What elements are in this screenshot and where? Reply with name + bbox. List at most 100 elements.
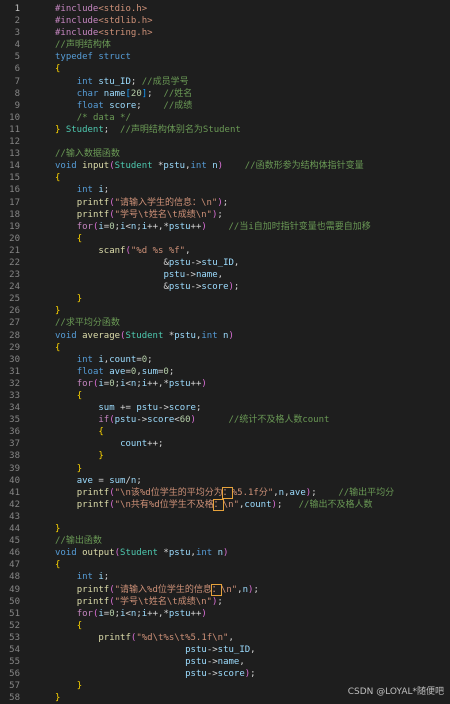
code-line[interactable]: 21 scanf("%d %s %f", (0, 245, 450, 257)
code-line[interactable]: 47 { (0, 559, 450, 571)
code-line[interactable]: 30 int i,count=0; (0, 354, 450, 366)
code-line[interactable]: 3 #include<string.h> (0, 27, 450, 39)
line-code: sum += pstu->score; (98, 403, 202, 414)
line-number: 18 (9, 209, 20, 220)
line-number: 53 (9, 632, 20, 643)
code-editor[interactable]: 1 #include<stdio.h> 2 #include<stdlib.h> 3 #i… (0, 3, 450, 704)
code-line[interactable]: 38 } (0, 450, 450, 462)
line-code: printf("\n共有%d位学生不及格：\n",count); //输出不及格… (76, 498, 373, 511)
line-code: printf("请输入学生的信息：\n"); (76, 197, 229, 208)
code-line[interactable]: 54 pstu->stu_ID, (0, 644, 450, 656)
code-line[interactable]: 13 //输入数据函数 (0, 148, 450, 160)
code-line[interactable]: 17 printf("请输入学生的信息：\n"); (0, 197, 450, 209)
code-line[interactable]: 14 void input(Student *pstu,int n) //函数形参… (0, 160, 450, 172)
line-code: count++; (120, 439, 164, 450)
line-code: &pstu->stu_ID, (163, 257, 240, 268)
line-number: 7 (14, 76, 20, 87)
line-code: void input(Student *pstu,int n) //函数形参为结… (55, 161, 364, 172)
line-code: } Student; //声明结构体别名为Student (55, 124, 241, 135)
line-number: 5 (14, 52, 20, 63)
code-line[interactable]: 23 pstu->name, (0, 269, 450, 281)
line-number: 23 (9, 270, 20, 281)
code-line[interactable]: 46 void output(Student *pstu,int n) (0, 547, 450, 559)
code-line[interactable]: 52 { (0, 620, 450, 632)
code-line[interactable]: 8 char name[20]; //姓名 (0, 88, 450, 100)
code-line[interactable]: 5 typedef struct (0, 51, 450, 63)
code-line[interactable]: 53 printf("%d\t%s\t%5.1f\n", (0, 632, 450, 644)
line-number: 17 (9, 197, 20, 208)
line-code: &pstu->score); (163, 282, 240, 293)
line-code: pstu->stu_ID, (185, 644, 256, 655)
code-line[interactable]: 41 printf("\n该%d位学生的平均分为：%5.1f分",n,ave);… (0, 486, 450, 499)
line-code: { (55, 560, 61, 571)
line-code: void output(Student *pstu,int n) (55, 548, 229, 559)
line-code: { (76, 233, 83, 244)
line-number: 12 (9, 137, 20, 148)
line-code: float ave=0,sum=0; (76, 366, 175, 377)
line-code: //输入数据函数 (55, 149, 120, 160)
line-code: int i; (76, 185, 110, 196)
code-line[interactable]: 26} (0, 305, 450, 317)
code-line[interactable]: 25 } (0, 293, 450, 305)
line-code: } (76, 463, 83, 474)
code-line[interactable]: 10 /* data */ (0, 112, 450, 124)
line-code: printf("请输入%d位学生的信息：\n",n); (76, 583, 259, 596)
line-code: { (55, 64, 61, 75)
line-number: 29 (9, 342, 20, 353)
line-code: pstu->score); (185, 669, 256, 680)
line-number: 58 (9, 693, 20, 704)
line-number: 16 (9, 185, 20, 196)
code-line[interactable]: 2 #include<stdlib.h> (0, 15, 450, 27)
code-line[interactable]: 48 int i; (0, 571, 450, 583)
code-line[interactable]: 56 pstu->score); (0, 668, 450, 680)
line-code: { (55, 342, 61, 353)
code-line[interactable]: 16 int i; (0, 184, 450, 196)
code-line[interactable]: 11} Student; //声明结构体别名为Student (0, 124, 450, 136)
line-number: 10 (9, 112, 20, 123)
line-number: 40 (9, 475, 20, 486)
code-line[interactable]: 39 } (0, 463, 450, 475)
code-line[interactable]: 43 (0, 511, 450, 523)
code-line[interactable]: 19 for(i=0;i<n;i++,*pstu++) //当i自加时指针变量也… (0, 221, 450, 233)
code-line[interactable]: 1 #include<stdio.h> (0, 3, 450, 15)
code-line[interactable]: 44} (0, 523, 450, 535)
code-line[interactable]: 51 for(i=0;i<n;i++,*pstu++) (0, 608, 450, 620)
code-line[interactable]: 36 { (0, 426, 450, 438)
code-line[interactable]: 31 float ave=0,sum=0; (0, 366, 450, 378)
code-line[interactable]: 6{ (0, 63, 450, 75)
code-line[interactable]: 49 printf("请输入%d位学生的信息：\n",n); (0, 583, 450, 596)
code-line[interactable]: 27 //求平均分函数 (0, 317, 450, 329)
line-number: 52 (9, 620, 20, 631)
line-number: 35 (9, 415, 20, 426)
code-line[interactable]: 33 { (0, 390, 450, 402)
code-line[interactable]: 20 { (0, 233, 450, 245)
code-line[interactable]: 4 //声明结构体 (0, 39, 450, 51)
code-line[interactable]: 24 &pstu->score); (0, 281, 450, 293)
code-line[interactable]: 15 { (0, 172, 450, 184)
code-line[interactable]: 42 printf("\n共有%d位学生不及格：\n",count); //输出… (0, 498, 450, 511)
line-number: 19 (9, 221, 20, 232)
code-line[interactable]: 50 printf("学号\t姓名\t成绩\n"); (0, 596, 450, 608)
code-line[interactable]: 40 ave = sum/n; (0, 475, 450, 487)
code-line[interactable]: 37 count++; (0, 438, 450, 450)
code-line[interactable]: 55 pstu->name, (0, 656, 450, 668)
line-code: } (55, 524, 61, 535)
code-line[interactable]: 22 &pstu->stu_ID, (0, 257, 450, 269)
code-line[interactable]: 18 printf("学号\t姓名\t成绩\n"); (0, 209, 450, 221)
code-line[interactable]: 12 (0, 136, 450, 148)
line-number: 32 (9, 378, 20, 389)
line-number: 14 (9, 161, 20, 172)
line-code: scanf("%d %s %f", (98, 245, 191, 256)
line-number: 55 (9, 657, 20, 668)
line-code: #include<stdio.h> (55, 4, 148, 14)
line-number: 42 (9, 499, 20, 510)
line-number: 8 (14, 88, 20, 99)
code-line[interactable]: 35 if(pstu->score<60) //统计不及格人数count (0, 414, 450, 426)
code-line[interactable]: 9 float score; //成绩 (0, 100, 450, 112)
code-line[interactable]: 32 for(i=0;i<n;i++,*pstu++) (0, 378, 450, 390)
code-line[interactable]: 29 { (0, 342, 450, 354)
code-line[interactable]: 34 sum += pstu->score; (0, 402, 450, 414)
code-line[interactable]: 45 //输出函数 (0, 535, 450, 547)
code-line[interactable]: 7 int stu_ID; //成员学号 (0, 76, 450, 88)
code-line[interactable]: 28 void average(Student *pstu,int n) (0, 330, 450, 342)
